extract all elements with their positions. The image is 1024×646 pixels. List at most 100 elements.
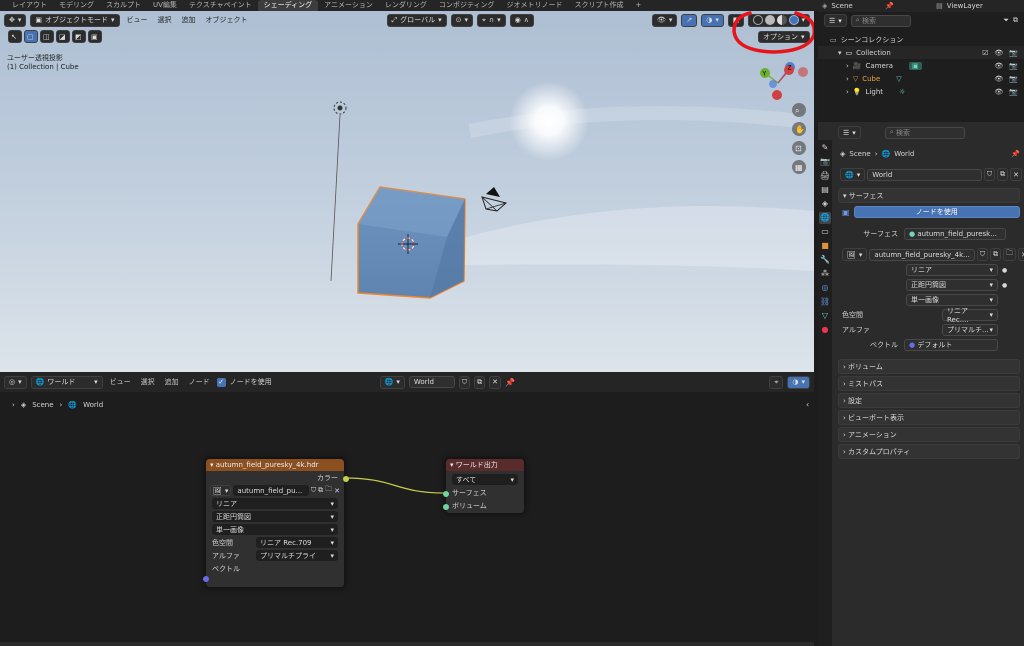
subtract-select-button[interactable]: ◪ [56, 30, 70, 43]
image-browse-button[interactable]: 🖼 ▾ [842, 248, 868, 261]
duplicate-icon[interactable]: ⧉ [318, 486, 323, 495]
volume-input-socket[interactable] [443, 504, 449, 510]
env-color-space-dropdown[interactable]: リニア Rec.709 ▾ [256, 537, 338, 548]
properties-editor-type[interactable]: ☰ ▾ [838, 126, 861, 139]
editor-type-button[interactable]: ✥ ▾ [4, 13, 27, 27]
menu-view[interactable]: ビュー [124, 15, 151, 25]
invert-select-button[interactable]: ◩ [72, 30, 86, 43]
world-output-node[interactable]: ▾ ワールド出力 すべて ▾ サーフェス ボリューム [443, 458, 525, 514]
unlink-button[interactable]: ✕ [1018, 248, 1024, 261]
collection-tab-icon[interactable]: ▭ [819, 226, 831, 238]
eye-icon[interactable]: 👁 [994, 75, 1003, 83]
workspace-tab[interactable]: レンダリング [379, 0, 433, 11]
pin-icon[interactable]: 📌 [1011, 150, 1020, 158]
vector-field[interactable]: ● デフォルト [904, 339, 998, 351]
output-tab-icon[interactable]: 🖨 [819, 170, 831, 182]
outliner-item-light[interactable]: › 💡 Light ☼ 👁 📷 [818, 85, 1024, 98]
object-tab-icon[interactable]: ■ [819, 240, 831, 252]
render-tab-icon[interactable]: 📷 [819, 156, 831, 168]
outliner-search-input[interactable]: ⌕ 検索 [850, 14, 911, 27]
duplicate-button[interactable]: ⧉ [997, 168, 1009, 181]
outliner-item-camera[interactable]: › 🎥 Camera ▣ 👁 📷 [818, 59, 1024, 72]
fake-user-button[interactable]: ⛉ [976, 248, 989, 261]
shield-icon[interactable]: ⛉ [311, 486, 316, 495]
env-node-title[interactable]: ▾ autumn_field_puresky_4k.hdr [206, 459, 344, 471]
outliner-display-mode[interactable]: ☰ ▾ [824, 14, 847, 27]
interpolation-dropdown[interactable]: リニア ▾ [906, 264, 998, 276]
panel-animation[interactable]: › アニメーション [838, 427, 1020, 442]
checkbox-icon[interactable]: ☑ [982, 49, 988, 57]
physics-tab-icon[interactable]: ◎ [819, 282, 831, 294]
world-name-field[interactable]: World [867, 168, 982, 181]
fake-user-button[interactable]: ⛉ [983, 168, 996, 181]
node-editor-scrollbar[interactable] [0, 642, 814, 646]
menu-select[interactable]: 選択 [155, 15, 175, 25]
filter-icon[interactable]: ⏷ [1003, 16, 1009, 25]
shader-node-editor[interactable]: ◎ ▾ 🌐 ワールド ▾ ビュー 選択 追加 ノード ✓ ノードを使用 🌐 ▾ Worl… [0, 372, 814, 646]
world-tab-icon[interactable]: 🌐 [819, 212, 831, 224]
camera-restrict-icon[interactable]: 📷 [1009, 88, 1018, 96]
camera-restrict-icon[interactable]: 📷 [1009, 49, 1018, 57]
outliner-item-collection[interactable]: ▾ ▭ Collection ☑ 👁 📷 [818, 46, 1024, 59]
workspace-tab[interactable]: レイアウト [6, 0, 53, 11]
panel-settings[interactable]: › 設定 [838, 393, 1020, 408]
modifier-tab-icon[interactable]: 🔧 [819, 254, 831, 266]
env-projection-dropdown[interactable]: 正距円筒図 ▾ [212, 511, 338, 522]
eye-icon[interactable]: 👁 [994, 88, 1003, 96]
pivot-button[interactable]: ⊙ ▾ [450, 13, 473, 27]
open-image-button[interactable]: 🗀 [1003, 248, 1017, 261]
panel-mist-pass[interactable]: › ミストパス [838, 376, 1020, 391]
use-nodes-button[interactable]: ノードを使用 [853, 206, 1020, 218]
camera-restrict-icon[interactable]: 📷 [1009, 62, 1018, 70]
image-name-field[interactable]: autumn_field_puresky_4k... [869, 248, 975, 261]
new-collection-icon[interactable]: ⧉ [1013, 16, 1018, 25]
menu-add[interactable]: 追加 [179, 15, 199, 25]
scene-name[interactable]: Scene [831, 2, 871, 10]
surface-input-socket[interactable] [443, 491, 449, 497]
env-alpha-dropdown[interactable]: プリマルチプライ ▾ [256, 550, 338, 561]
env-interpolation-dropdown[interactable]: リニア ▾ [212, 498, 338, 509]
eye-icon[interactable]: 👁 [994, 49, 1003, 57]
environment-texture-node[interactable]: ▾ autumn_field_puresky_4k.hdr カラー 🖼 ▾ aut… [203, 458, 349, 588]
particles-tab-icon[interactable]: ⁂ [819, 268, 831, 280]
world-browse-button[interactable]: 🌐 ▾ [840, 168, 866, 181]
eye-icon[interactable]: 👁 [994, 62, 1003, 70]
extend-select-button[interactable]: ◫ [40, 30, 54, 43]
panel-surface[interactable]: ▾ サーフェス [838, 188, 1020, 203]
workspace-tab[interactable]: コンポジティング [433, 0, 501, 11]
env-image-browse[interactable]: 🖼 ▾ [210, 485, 232, 496]
workspace-tab[interactable]: モデリング [53, 0, 100, 11]
scene-tab-icon[interactable]: ◈ [819, 198, 831, 210]
intersect-select-button[interactable]: ▣ [88, 30, 102, 43]
workspace-tab[interactable]: テクスチャペイント [183, 0, 258, 11]
duplicate-button[interactable]: ⧉ [990, 248, 1002, 261]
env-source-dropdown[interactable]: 単一画像 ▾ [212, 524, 338, 535]
workspace-tab[interactable]: アニメーション [318, 0, 379, 11]
overlay-toggle[interactable]: ◑ ▾ [701, 13, 724, 27]
surface-shader-field[interactable]: ● autumn_field_puresk... [904, 228, 1006, 240]
view-layer-tab-icon[interactable]: ▤ [819, 184, 831, 196]
workspace-tab[interactable]: スクリプト作成 [569, 0, 630, 11]
constraints-tab-icon[interactable]: ⛓ [819, 296, 831, 308]
tweak-tool-button[interactable]: ↖ [8, 30, 22, 43]
proportional-edit-button[interactable]: ◉ ∧ [509, 13, 534, 27]
material-tab-icon[interactable]: ● [819, 324, 831, 336]
source-dropdown[interactable]: 単一画像 ▾ [906, 294, 998, 306]
workspace-tab[interactable]: ジオメトリノード [501, 0, 569, 11]
outliner-item-cube[interactable]: › ▽ Cube ▽ 👁 📷 [818, 72, 1024, 85]
mode-dropdown[interactable]: ▣ オブジェクトモード ▾ [30, 13, 120, 27]
workspace-tab[interactable]: UV編集 [147, 0, 183, 11]
view-layer-name[interactable]: ViewLayer [947, 2, 983, 10]
workspace-tab[interactable]: + [630, 0, 648, 11]
close-icon[interactable]: ✕ [334, 487, 340, 495]
box-select-button[interactable]: ▢ [24, 30, 38, 43]
workspace-tab[interactable]: スカルプト [100, 0, 147, 11]
alpha-dropdown[interactable]: プリマルチ... ▾ [942, 324, 998, 336]
snap-button[interactable]: ⌖ ∩ ▾ [476, 13, 506, 27]
scene-collection-row[interactable]: ▭ シーンコレクション [818, 33, 1024, 46]
visibility-button[interactable]: 👁 ▾ [651, 13, 678, 27]
output-node-title[interactable]: ▾ ワールド出力 [446, 459, 524, 471]
panel-custom-properties[interactable]: › カスタムプロパティ [838, 444, 1020, 459]
data-tab-icon[interactable]: ▽ [819, 310, 831, 322]
panel-volume[interactable]: › ボリューム [838, 359, 1020, 374]
